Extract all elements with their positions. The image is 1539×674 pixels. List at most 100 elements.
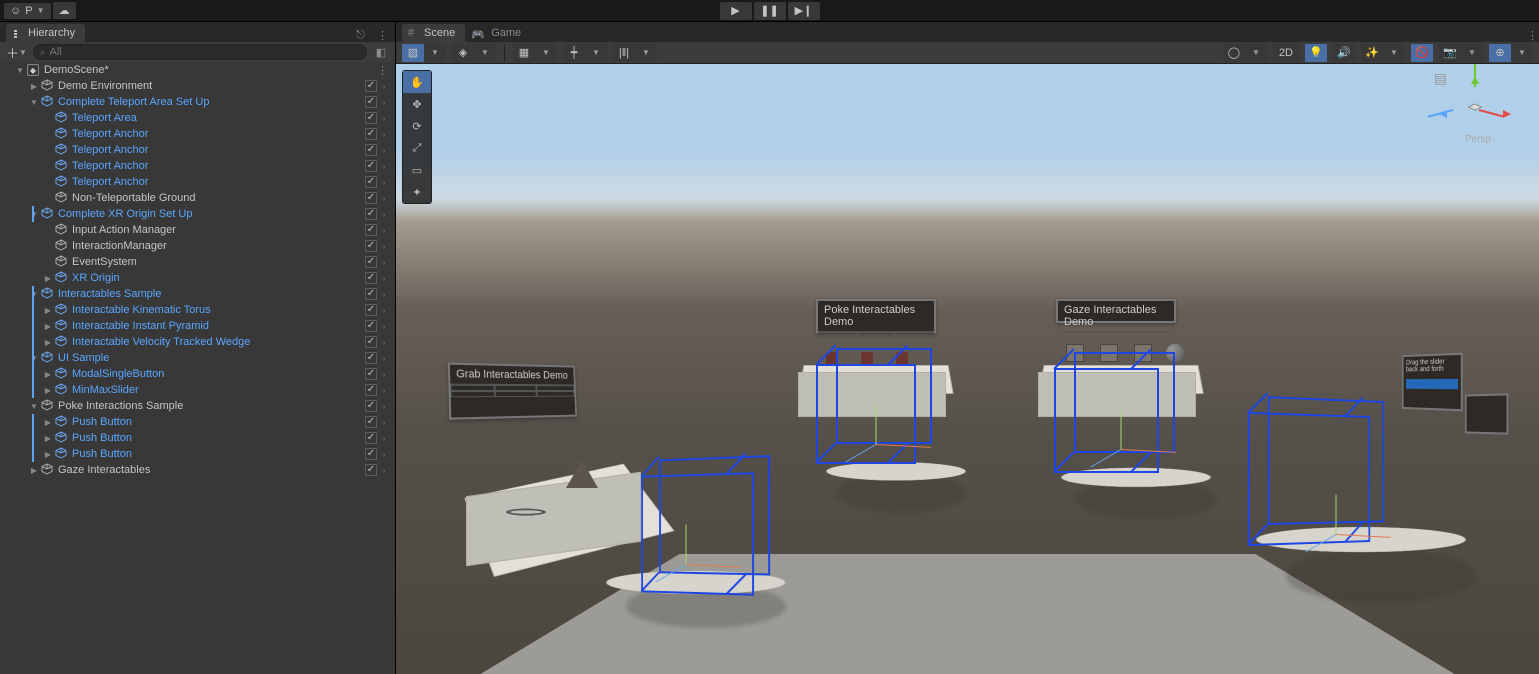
draw-dropdown[interactable]: ▼ bbox=[474, 44, 496, 62]
expand-chevron[interactable]: ▼ bbox=[14, 66, 26, 75]
visibility-checkbox[interactable]: ✓ bbox=[365, 336, 377, 348]
expand-chevron[interactable]: ▼ bbox=[28, 290, 40, 299]
open-prefab-arrow[interactable]: › bbox=[379, 274, 389, 283]
expand-chevron[interactable]: ▶ bbox=[42, 386, 54, 395]
hierarchy-row[interactable]: ▶ModalSingleButton✓› bbox=[0, 366, 395, 382]
account-button[interactable]: ☺ P ▼ bbox=[4, 3, 51, 19]
hierarchy-row[interactable]: ▼Complete XR Origin Set Up✓› bbox=[0, 206, 395, 222]
hierarchy-row[interactable]: InteractionManager✓› bbox=[0, 238, 395, 254]
open-prefab-arrow[interactable]: › bbox=[379, 258, 389, 267]
visibility-checkbox[interactable]: ✓ bbox=[365, 128, 377, 140]
open-prefab-arrow[interactable]: › bbox=[379, 178, 389, 187]
open-prefab-arrow[interactable]: › bbox=[379, 146, 389, 155]
audio-toggle[interactable]: 🔊 bbox=[1333, 44, 1355, 62]
open-prefab-arrow[interactable]: › bbox=[379, 466, 389, 475]
open-prefab-arrow[interactable]: › bbox=[379, 338, 389, 347]
visibility-checkbox[interactable]: ✓ bbox=[365, 80, 377, 92]
hierarchy-row[interactable]: ▼Complete Teleport Area Set Up✓› bbox=[0, 94, 395, 110]
expand-chevron[interactable]: ▼ bbox=[28, 98, 40, 107]
grid-dropdown[interactable]: ▼ bbox=[535, 44, 557, 62]
visibility-checkbox[interactable]: ✓ bbox=[365, 192, 377, 204]
draw-mode-button[interactable]: ◈ bbox=[452, 44, 474, 62]
expand-chevron[interactable]: ▶ bbox=[42, 274, 54, 283]
increment-snap-button[interactable]: |‖| bbox=[613, 44, 635, 62]
grid-toggle[interactable]: ▦ bbox=[513, 44, 535, 62]
hierarchy-row[interactable]: ▼Interactables Sample✓› bbox=[0, 286, 395, 302]
open-prefab-arrow[interactable]: › bbox=[379, 226, 389, 235]
open-prefab-arrow[interactable]: › bbox=[379, 386, 389, 395]
expand-chevron[interactable]: ▶ bbox=[42, 450, 54, 459]
open-prefab-arrow[interactable]: › bbox=[379, 242, 389, 251]
panel-menu-icon[interactable]: ⋮ bbox=[371, 29, 395, 42]
hierarchy-search[interactable]: ⌕ All bbox=[33, 44, 367, 60]
hierarchy-row[interactable]: Teleport Anchor✓› bbox=[0, 126, 395, 142]
open-prefab-arrow[interactable]: › bbox=[379, 98, 389, 107]
hierarchy-tab[interactable]: Hierarchy bbox=[6, 24, 85, 42]
visibility-checkbox[interactable]: ✓ bbox=[365, 288, 377, 300]
open-prefab-arrow[interactable]: › bbox=[379, 450, 389, 459]
lighting-toggle[interactable]: 💡 bbox=[1305, 44, 1327, 62]
hierarchy-row[interactable]: ▶Push Button✓› bbox=[0, 414, 395, 430]
camera-dropdown[interactable]: ▼ bbox=[1461, 44, 1483, 62]
open-prefab-arrow[interactable]: › bbox=[379, 82, 389, 91]
hierarchy-row[interactable]: Teleport Anchor✓› bbox=[0, 174, 395, 190]
rect-tool[interactable]: ▭ bbox=[403, 159, 431, 181]
visibility-checkbox[interactable]: ✓ bbox=[365, 384, 377, 396]
hierarchy-row[interactable]: Non-Teleportable Ground✓› bbox=[0, 190, 395, 206]
hierarchy-row[interactable]: Teleport Area✓› bbox=[0, 110, 395, 126]
scale-tool[interactable]: ⤢ bbox=[403, 137, 431, 159]
hierarchy-row[interactable]: ▶MinMaxSlider✓› bbox=[0, 382, 395, 398]
expand-chevron[interactable]: ▼ bbox=[28, 402, 40, 411]
gizmos-dropdown[interactable]: ▼ bbox=[1511, 44, 1533, 62]
hierarchy-row[interactable]: ▶Push Button✓› bbox=[0, 430, 395, 446]
visibility-checkbox[interactable]: ✓ bbox=[365, 176, 377, 188]
camera-button[interactable]: 📷 bbox=[1439, 44, 1461, 62]
game-tab[interactable]: 🎮Game bbox=[465, 24, 531, 42]
visibility-checkbox[interactable]: ✓ bbox=[365, 160, 377, 172]
open-prefab-arrow[interactable]: › bbox=[379, 194, 389, 203]
expand-chevron[interactable]: ▶ bbox=[42, 418, 54, 427]
open-prefab-arrow[interactable]: › bbox=[379, 322, 389, 331]
hierarchy-row[interactable]: EventSystem✓› bbox=[0, 254, 395, 270]
visibility-checkbox[interactable]: ✓ bbox=[365, 448, 377, 460]
visibility-checkbox[interactable]: ✓ bbox=[365, 416, 377, 428]
scene-viewport[interactable]: ☀ Grab Interactables Demo bbox=[396, 64, 1539, 674]
visibility-checkbox[interactable]: ✓ bbox=[365, 240, 377, 252]
open-prefab-arrow[interactable]: › bbox=[379, 354, 389, 363]
play-button[interactable]: ▶ bbox=[720, 2, 752, 20]
expand-chevron[interactable]: ▶ bbox=[42, 370, 54, 379]
cloud-button[interactable]: ☁ bbox=[53, 2, 76, 19]
hierarchy-row[interactable]: ▶Interactable Kinematic Torus✓› bbox=[0, 302, 395, 318]
step-button[interactable]: ▶❙ bbox=[788, 2, 820, 20]
skybox-toggle[interactable]: ◯ bbox=[1223, 44, 1245, 62]
expand-chevron[interactable]: ▶ bbox=[42, 338, 54, 347]
visibility-checkbox[interactable]: ✓ bbox=[365, 352, 377, 364]
visibility-checkbox[interactable]: ✓ bbox=[365, 144, 377, 156]
visibility-checkbox[interactable]: ✓ bbox=[365, 320, 377, 332]
hierarchy-row[interactable]: ▶Interactable Instant Pyramid✓› bbox=[0, 318, 395, 334]
open-prefab-arrow[interactable]: › bbox=[379, 130, 389, 139]
visibility-checkbox[interactable]: ✓ bbox=[365, 256, 377, 268]
scene-menu-icon[interactable]: ⋮ bbox=[377, 64, 389, 77]
scene-tab[interactable]: Scene bbox=[402, 24, 465, 42]
expand-chevron[interactable]: ▶ bbox=[28, 466, 40, 475]
hierarchy-row[interactable]: ▶Gaze Interactables✓› bbox=[0, 462, 395, 478]
fx-dropdown[interactable]: ▼ bbox=[1383, 44, 1405, 62]
lock-icon[interactable]: ⎋ bbox=[350, 29, 371, 42]
panel-menu-icon[interactable]: ⋮ bbox=[1527, 29, 1539, 42]
expand-chevron[interactable]: ▶ bbox=[28, 82, 40, 91]
hierarchy-row[interactable]: ▶Interactable Velocity Tracked Wedge✓› bbox=[0, 334, 395, 350]
visibility-checkbox[interactable]: ✓ bbox=[365, 224, 377, 236]
2d-toggle[interactable]: 2D bbox=[1273, 44, 1299, 62]
visibility-checkbox[interactable]: ✓ bbox=[365, 272, 377, 284]
snap-dropdown[interactable]: ▼ bbox=[585, 44, 607, 62]
move-tool[interactable]: ✥ bbox=[403, 93, 431, 115]
open-prefab-arrow[interactable]: › bbox=[379, 114, 389, 123]
expand-chevron[interactable]: ▶ bbox=[42, 322, 54, 331]
hierarchy-row[interactable]: Teleport Anchor✓› bbox=[0, 158, 395, 174]
visibility-checkbox[interactable]: ✓ bbox=[365, 208, 377, 220]
visibility-checkbox[interactable]: ✓ bbox=[365, 464, 377, 476]
open-prefab-arrow[interactable]: › bbox=[379, 162, 389, 171]
expand-chevron[interactable]: ▼ bbox=[28, 210, 40, 219]
visibility-checkbox[interactable]: ✓ bbox=[365, 96, 377, 108]
